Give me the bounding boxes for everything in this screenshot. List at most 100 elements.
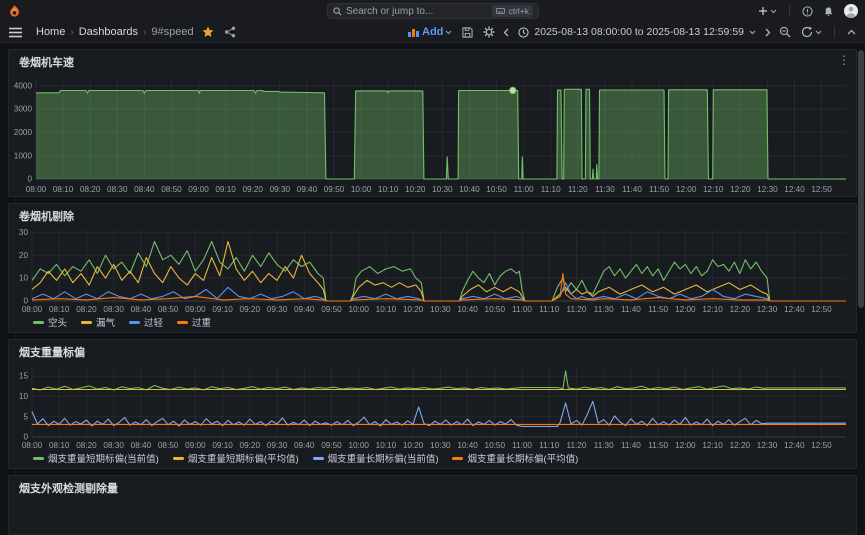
plus-icon: [759, 7, 767, 15]
svg-text:10: 10: [19, 392, 29, 401]
panel-menu-icon[interactable]: ⋮: [838, 53, 850, 67]
svg-text:09:40: 09:40: [297, 185, 318, 194]
hamburger-icon: [9, 27, 22, 37]
svg-text:09:10: 09:10: [212, 305, 233, 314]
svg-text:08:00: 08:00: [22, 305, 43, 314]
svg-text:11:10: 11:10: [541, 185, 561, 194]
svg-text:11:50: 11:50: [649, 185, 669, 194]
svg-text:11:00: 11:00: [512, 305, 532, 314]
svg-text:10:50: 10:50: [485, 305, 506, 314]
divider: [834, 26, 835, 38]
legend-item[interactable]: 过轻: [129, 315, 163, 329]
chart-legend: 烟支重量短期标偏(当前值) 烟支重量短期标偏(平均值) 烟支重量长期标偏(当前值) 烟…: [33, 451, 578, 465]
weight-deviation-chart[interactable]: 05101508:00 08:10 08:20 08:30 08:40 08:50 09:0…: [9, 360, 856, 452]
legend-item[interactable]: 烟支重量短期标偏(平均值): [172, 451, 299, 465]
legend-item[interactable]: 过重: [177, 315, 211, 329]
legend-swatch: [33, 320, 44, 324]
svg-text:11:10: 11:10: [539, 441, 559, 450]
svg-text:09:10: 09:10: [215, 185, 236, 194]
grafana-flame-icon: [10, 4, 19, 17]
star-icon: [202, 26, 214, 37]
svg-text:09:50: 09:50: [321, 305, 342, 314]
svg-text:12:40: 12:40: [784, 185, 805, 194]
svg-text:08:30: 08:30: [103, 441, 124, 450]
svg-text:12:00: 12:00: [675, 441, 696, 450]
legend-label: 烟支重量短期标偏(平均值): [187, 454, 299, 465]
add-panel-button[interactable]: Add: [403, 22, 457, 42]
machine-rejects-chart[interactable]: 010203008:00 08:10 08:20 08:30 08:40 08:50 09:…: [9, 224, 856, 316]
svg-text:11:40: 11:40: [621, 305, 641, 314]
new-button[interactable]: [753, 0, 782, 22]
grafana-logo[interactable]: [0, 0, 27, 22]
machine-speed-chart[interactable]: 0 1000 2000 3000 4000 08:00 08:10 08:20 08:30 08:…: [9, 70, 856, 196]
legend-item[interactable]: 烟支重量长期标偏(当前值): [312, 451, 438, 465]
mega-menu-toggle[interactable]: [0, 22, 27, 42]
svg-text:09:30: 09:30: [267, 441, 288, 450]
svg-text:08:40: 08:40: [134, 185, 155, 194]
svg-text:12:20: 12:20: [730, 441, 751, 450]
legend-swatch: [312, 456, 324, 460]
legend-label: 过重: [192, 318, 212, 329]
svg-text:12:10: 12:10: [703, 185, 724, 194]
legend-item[interactable]: 空头: [33, 315, 67, 329]
svg-text:12:40: 12:40: [784, 305, 805, 314]
svg-text:20: 20: [19, 251, 29, 260]
svg-text:08:30: 08:30: [107, 185, 128, 194]
svg-text:10:20: 10:20: [403, 305, 424, 314]
svg-text:09:20: 09:20: [240, 441, 261, 450]
svg-text:12:00: 12:00: [676, 185, 697, 194]
legend-swatch: [81, 320, 93, 324]
svg-text:12:20: 12:20: [730, 305, 751, 314]
legend-swatch: [452, 456, 464, 460]
chevron-down-icon: [770, 9, 777, 13]
legend-label: 空头: [48, 318, 68, 329]
chevron-down-icon: [749, 30, 756, 34]
panel-appearance-rejects: 烟支外观检测剔除量: [8, 475, 857, 535]
breadcrumb-home[interactable]: Home: [33, 26, 68, 38]
svg-text:08:20: 08:20: [76, 305, 97, 314]
svg-text:10:20: 10:20: [405, 185, 426, 194]
svg-text:11:50: 11:50: [648, 441, 668, 450]
time-range-picker[interactable]: 2025-08-13 08:00:00 to 2025-08-13 12:59:…: [513, 22, 761, 42]
svg-text:08:10: 08:10: [53, 185, 74, 194]
svg-text:3000: 3000: [14, 105, 33, 114]
search-input[interactable]: Search or jump to... ctrl+k: [327, 3, 539, 19]
share-button[interactable]: [219, 22, 241, 42]
breadcrumb-dashboards[interactable]: Dashboards: [76, 26, 141, 38]
time-range-text: 2025-08-13 08:00:00 to 2025-08-13 12:59:…: [534, 26, 744, 38]
legend-item[interactable]: 漏气: [81, 315, 115, 329]
notifications-button[interactable]: [818, 0, 839, 22]
breadcrumb: Home › Dashboards › 9#speed: [33, 26, 197, 38]
chart-legend: 空头 漏气 过轻 过重: [33, 315, 211, 329]
scrollbar-thumb[interactable]: [858, 50, 864, 308]
legend-item[interactable]: 烟支重量长期标偏(平均值): [452, 451, 578, 465]
svg-text:12:50: 12:50: [811, 441, 832, 450]
dashboard-settings-button[interactable]: [478, 22, 500, 42]
legend-label: 过轻: [144, 318, 164, 329]
save-dashboard-button[interactable]: [457, 22, 478, 42]
svg-text:15: 15: [19, 372, 29, 381]
legend-swatch: [177, 320, 189, 324]
svg-text:10:10: 10:10: [376, 441, 397, 450]
bell-icon: [824, 6, 833, 16]
svg-text:11:30: 11:30: [595, 185, 615, 194]
svg-text:09:10: 09:10: [212, 441, 233, 450]
time-shift-back-button[interactable]: [500, 22, 513, 42]
svg-text:09:20: 09:20: [240, 305, 261, 314]
help-button[interactable]: [797, 0, 818, 22]
user-avatar[interactable]: [839, 0, 865, 22]
time-shift-forward-button[interactable]: [761, 22, 774, 42]
refresh-button[interactable]: [796, 22, 827, 42]
svg-text:10: 10: [19, 274, 29, 283]
vertical-scrollbar[interactable]: [857, 43, 865, 504]
svg-text:12:10: 12:10: [702, 305, 723, 314]
search-icon: [333, 6, 342, 15]
zoom-out-time-button[interactable]: [774, 22, 796, 42]
svg-text:12:00: 12:00: [675, 305, 696, 314]
svg-text:09:50: 09:50: [321, 441, 342, 450]
top-bar: Search or jump to... ctrl+k: [0, 0, 865, 22]
collapse-toolbar-button[interactable]: [842, 22, 865, 42]
legend-item[interactable]: 烟支重量短期标偏(当前值): [33, 451, 159, 465]
favorite-button[interactable]: [197, 22, 219, 42]
svg-text:11:40: 11:40: [622, 185, 642, 194]
